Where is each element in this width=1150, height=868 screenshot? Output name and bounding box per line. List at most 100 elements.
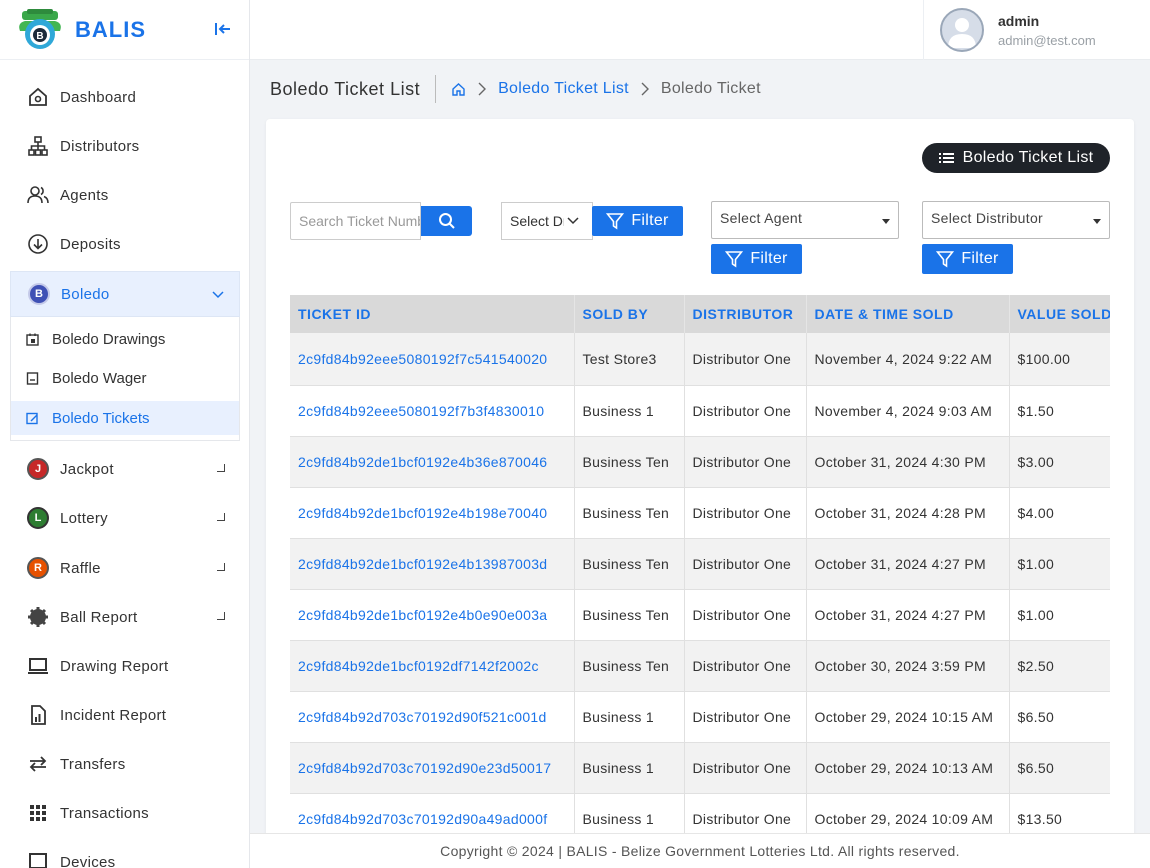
sidebar-item-jackpot[interactable]: J Jackpot bbox=[10, 447, 240, 491]
sidebar-item-devices[interactable]: Devices bbox=[10, 840, 240, 868]
distributor-filter-button[interactable]: Filter bbox=[922, 244, 1013, 274]
sidebar-item-boledo[interactable]: B Boledo bbox=[10, 271, 240, 317]
distributor-select[interactable]: Select Distributor bbox=[922, 201, 1110, 239]
user-menu[interactable]: admin admin@test.com bbox=[923, 0, 1150, 60]
sidebar-item-label: Lottery bbox=[60, 509, 108, 527]
footer: Copyright © 2024 | BALIS - Belize Govern… bbox=[250, 833, 1150, 868]
ticket-table-container[interactable]: TICKET ID SOLD BY DISTRIBUTOR DATE & TIM… bbox=[290, 295, 1110, 833]
agent-select[interactable]: Select Agent bbox=[711, 201, 899, 239]
date-sold-cell: October 29, 2024 10:13 AM bbox=[806, 742, 1010, 794]
ticket-edit-icon bbox=[26, 412, 42, 425]
balis-logo[interactable]: B bbox=[17, 8, 63, 51]
sidebar-item-raffle[interactable]: R Raffle bbox=[10, 546, 240, 590]
table-row[interactable]: 2c9fd84b92de1bcf0192e4b198e70040 Business… bbox=[290, 487, 1110, 539]
home-icon bbox=[26, 85, 50, 109]
sidebar-item-deposits[interactable]: Deposits bbox=[10, 222, 240, 266]
table-row[interactable]: 2c9fd84b92de1bcf0192e4b0e90e003a Business… bbox=[290, 589, 1110, 641]
sidebar-item-label: Ball Report bbox=[60, 608, 138, 626]
date-sold-cell: October 30, 2024 3:59 PM bbox=[806, 640, 1010, 692]
sub-item-boledo-wager[interactable]: Boledo Wager bbox=[11, 361, 239, 395]
caret-down-icon bbox=[1093, 219, 1101, 224]
sub-item-boledo-drawings[interactable]: Boledo Drawings bbox=[11, 322, 239, 356]
sidebar-item-lottery[interactable]: L Lottery bbox=[10, 496, 240, 540]
sidebar-item-label: Transactions bbox=[60, 804, 149, 822]
divider bbox=[435, 75, 437, 103]
date-sold-cell: October 31, 2024 4:30 PM bbox=[806, 436, 1010, 488]
ticket-id-link[interactable]: 2c9fd84b92d703c70192d90a49ad000f bbox=[290, 793, 575, 833]
column-header[interactable]: DISTRIBUTOR bbox=[684, 295, 807, 333]
agent-filter-button[interactable]: Filter bbox=[711, 244, 802, 274]
table-row[interactable]: 2c9fd84b92de1bcf0192e4b13987003d Business… bbox=[290, 538, 1110, 590]
ticket-id-link[interactable]: 2c9fd84b92de1bcf0192e4b0e90e003a bbox=[290, 589, 575, 641]
table-row[interactable]: 2c9fd84b92eee5080192f7b3f4830010 Business… bbox=[290, 385, 1110, 437]
chevron-down-icon bbox=[567, 217, 579, 225]
sub-item-boledo-tickets[interactable]: Boledo Tickets bbox=[11, 401, 239, 435]
sidebar-item-distributors[interactable]: Distributors bbox=[10, 124, 240, 168]
device-icon bbox=[26, 850, 50, 868]
search-input[interactable] bbox=[290, 202, 421, 240]
value-sold-cell: $1.00 bbox=[1009, 589, 1110, 641]
date-sold-cell: November 4, 2024 9:22 AM bbox=[806, 333, 1010, 386]
date-sold-cell: October 31, 2024 4:28 PM bbox=[806, 487, 1010, 539]
table-row[interactable]: 2c9fd84b92d703c70192d90f521c001d Business… bbox=[290, 691, 1110, 743]
gear-icon bbox=[26, 605, 50, 629]
date-sold-cell: October 31, 2024 4:27 PM bbox=[806, 538, 1010, 590]
drawing-filter-button[interactable]: Filter bbox=[592, 206, 683, 236]
ticket-id-link[interactable]: 2c9fd84b92de1bcf0192e4b36e870046 bbox=[290, 436, 575, 488]
collapse-sidebar-icon[interactable] bbox=[214, 20, 232, 38]
sidebar-item-ball-report[interactable]: Ball Report bbox=[10, 595, 240, 639]
page-header: Boledo Ticket List Boledo Ticket List Bo… bbox=[270, 72, 761, 106]
drawing-select[interactable]: Select Drawing bbox=[501, 202, 593, 240]
ticket-id-link[interactable]: 2c9fd84b92de1bcf0192e4b198e70040 bbox=[290, 487, 575, 539]
page-title: Boledo Ticket List bbox=[270, 78, 421, 99]
distributor-cell: Distributor One bbox=[684, 742, 807, 794]
receipt-icon bbox=[26, 371, 42, 385]
sidebar-item-label: Agents bbox=[60, 186, 109, 204]
user-name: admin bbox=[998, 12, 1040, 29]
home-icon[interactable] bbox=[451, 82, 466, 97]
value-sold-cell: $4.00 bbox=[1009, 487, 1110, 539]
table-row[interactable]: 2c9fd84b92de1bcf0192df7142f2002c Business… bbox=[290, 640, 1110, 692]
sidebar-item-label: Raffle bbox=[60, 559, 101, 577]
table-row[interactable]: 2c9fd84b92de1bcf0192e4b36e870046 Business… bbox=[290, 436, 1110, 488]
sidebar-item-transfers[interactable]: Transfers bbox=[10, 742, 240, 786]
table-row[interactable]: 2c9fd84b92d703c70192d90e23d50017 Business… bbox=[290, 742, 1110, 794]
sidebar-item-label: Jackpot bbox=[60, 460, 114, 478]
ticket-id-link[interactable]: 2c9fd84b92d703c70192d90e23d50017 bbox=[290, 742, 575, 794]
sold-by-cell: Business Ten bbox=[574, 436, 685, 488]
grid-icon bbox=[26, 801, 50, 825]
ticket-id-link[interactable]: 2c9fd84b92eee5080192f7c541540020 bbox=[290, 333, 575, 386]
chevron-right-icon bbox=[639, 81, 651, 97]
breadcrumb-link[interactable]: Boledo Ticket List bbox=[498, 80, 629, 98]
column-header[interactable]: DATE & TIME SOLD bbox=[806, 295, 1010, 333]
sold-by-cell: Business 1 bbox=[574, 385, 685, 437]
sidebar-item-agents[interactable]: Agents bbox=[10, 173, 240, 217]
table-row[interactable]: 2c9fd84b92eee5080192f7c541540020 Test Sto… bbox=[290, 333, 1110, 386]
ticket-id-link[interactable]: 2c9fd84b92d703c70192d90f521c001d bbox=[290, 691, 575, 743]
distributor-cell: Distributor One bbox=[684, 538, 807, 590]
value-sold-cell: $100.00 bbox=[1009, 333, 1110, 386]
expand-icon bbox=[217, 563, 225, 571]
transfer-icon bbox=[26, 752, 50, 776]
sub-item-label: Boledo Wager bbox=[52, 369, 147, 387]
sidebar-item-drawing-report[interactable]: Drawing Report bbox=[10, 644, 240, 688]
expand-icon bbox=[217, 612, 225, 620]
ticket-list-button[interactable]: Boledo Ticket List bbox=[922, 143, 1110, 173]
sold-by-cell: Test Store3 bbox=[574, 333, 685, 386]
ticket-id-link[interactable]: 2c9fd84b92de1bcf0192df7142f2002c bbox=[290, 640, 575, 692]
ticket-id-link[interactable]: 2c9fd84b92de1bcf0192e4b13987003d bbox=[290, 538, 575, 590]
column-header[interactable]: VALUE SOLD bbox=[1009, 295, 1110, 333]
sidebar-item-dashboard[interactable]: Dashboard bbox=[10, 75, 240, 119]
sidebar-item-label: Drawing Report bbox=[60, 657, 169, 675]
ticket-id-link[interactable]: 2c9fd84b92eee5080192f7b3f4830010 bbox=[290, 385, 575, 437]
sidebar-item-incident-report[interactable]: Incident Report bbox=[10, 693, 240, 737]
ticket-list-button-label: Boledo Ticket List bbox=[962, 149, 1094, 166]
column-header[interactable]: TICKET ID bbox=[290, 295, 575, 333]
value-sold-cell: $1.00 bbox=[1009, 538, 1110, 590]
table-row[interactable]: 2c9fd84b92d703c70192d90a49ad000f Business… bbox=[290, 793, 1110, 833]
search-icon bbox=[438, 213, 455, 229]
sidebar-item-transactions[interactable]: Transactions bbox=[10, 791, 240, 835]
search-button[interactable] bbox=[421, 206, 472, 236]
sidebar-item-label: Devices bbox=[60, 853, 116, 868]
column-header[interactable]: SOLD BY bbox=[574, 295, 685, 333]
